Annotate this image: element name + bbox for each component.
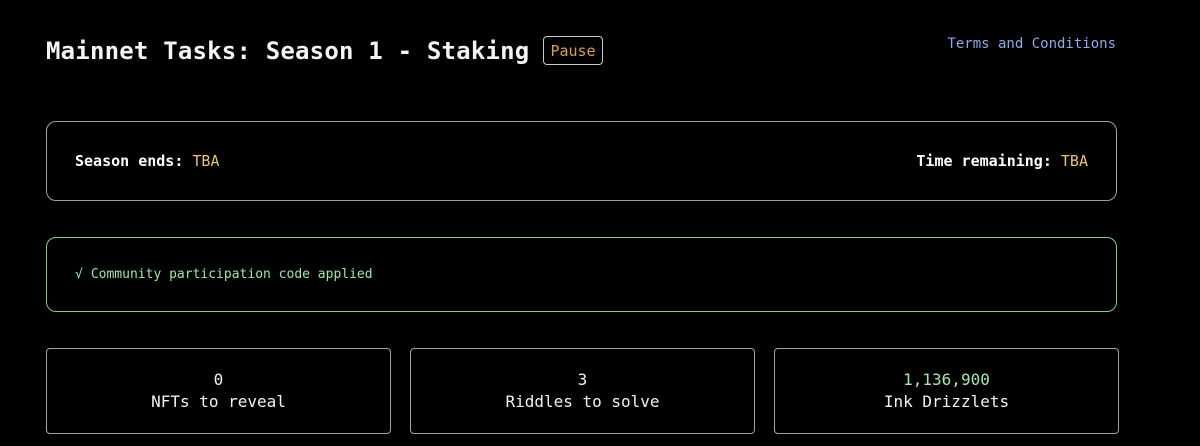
- time-remaining-value: TBA: [1060, 152, 1088, 170]
- season-ends-label: Season ends:: [75, 152, 184, 170]
- stat-card-ink-drizzlets: 1,136,900 Ink Drizzlets: [774, 348, 1119, 434]
- season-ends-value: TBA: [192, 152, 220, 170]
- pause-status-badge: Pause: [543, 36, 603, 65]
- check-icon: √: [75, 267, 83, 282]
- stat-label: NFTs to reveal: [151, 392, 286, 411]
- stat-label: Riddles to solve: [505, 392, 660, 411]
- stats-row: 0 NFTs to reveal 3 Riddles to solve 1,13…: [46, 348, 1119, 434]
- stat-label: Ink Drizzlets: [883, 392, 1010, 411]
- terms-and-conditions-link[interactable]: Terms and Conditions: [947, 36, 1116, 52]
- page-title: Mainnet Tasks: Season 1 - Staking: [46, 36, 530, 65]
- participation-code-notice: √ Community participation code applied: [46, 237, 1117, 312]
- season-ends: Season ends: TBA: [75, 152, 220, 170]
- stat-value: 3: [577, 370, 588, 389]
- stat-card-nfts: 0 NFTs to reveal: [46, 348, 391, 434]
- stat-card-riddles: 3 Riddles to solve: [410, 348, 755, 434]
- notice-text: Community participation code applied: [90, 267, 373, 282]
- page-header: Mainnet Tasks: Season 1 - Staking Pause: [46, 36, 603, 65]
- time-remaining-label: Time remaining:: [916, 152, 1052, 170]
- season-info-panel: Season ends: TBA Time remaining: TBA: [46, 121, 1117, 201]
- stat-value: 1,136,900: [903, 370, 990, 389]
- time-remaining: Time remaining: TBA: [916, 152, 1088, 170]
- stat-value: 0: [213, 370, 224, 389]
